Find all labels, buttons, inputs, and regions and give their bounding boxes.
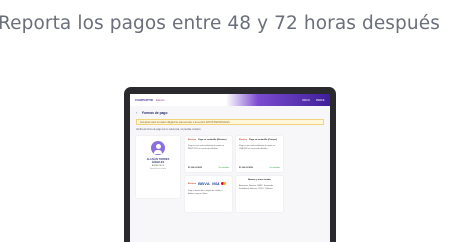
brand[interactable]: COMPARTIR Efecto bbox=[135, 98, 164, 102]
bbva-logo: BBVA bbox=[198, 181, 210, 186]
visa-logo: VISA bbox=[211, 181, 220, 186]
warning-banner: Completa todos los datos obligatorios pa… bbox=[136, 119, 324, 125]
payment-options: Efectivo Pago en ventanilla (Efectivo) P… bbox=[185, 136, 283, 212]
back-arrow-icon[interactable]: ‹ bbox=[136, 111, 140, 115]
payment-card-bank-card[interactable]: Efectivo BBVA VISA Paga a través de tu t… bbox=[185, 176, 232, 212]
profile-subtitle: Beneficiario activo bbox=[149, 168, 167, 171]
card-details-link[interactable]: Ver detalles bbox=[270, 167, 280, 169]
main-content: ‹ Formas de pago Completa todos los dato… bbox=[130, 106, 330, 216]
card-header: Efectivo Pago en ventanilla (Efectivo) bbox=[188, 139, 229, 141]
payment-card-cash[interactable]: Efectivo Pago en ventanilla (Efectivo) P… bbox=[185, 136, 232, 172]
card-footer: $1,000.00 MXN Ver detalles bbox=[188, 167, 229, 169]
nav-perfil[interactable]: PERFIL bbox=[316, 99, 325, 102]
efecto-tag: Efectivo bbox=[239, 139, 248, 141]
card-footer: $1,000.00 MXN Ver detalles bbox=[239, 167, 280, 169]
card-title: Bancos y otros tiendas bbox=[248, 179, 271, 181]
card-details-link[interactable]: Ver detalles bbox=[219, 167, 229, 169]
card-price: $1,000.00 MXN bbox=[188, 167, 202, 169]
efecto-tag: Efectivo bbox=[188, 182, 197, 185]
app-header: COMPARTIR Efecto INICIO PERFIL bbox=[130, 94, 330, 106]
card-title: Pago en ventanilla (Cheque) bbox=[249, 139, 277, 141]
mastercard-icon bbox=[221, 182, 227, 185]
page-title: ‹ Formas de pago bbox=[136, 111, 324, 116]
payment-card-cheque[interactable]: Efectivo Pago en ventanilla (Cheque) Pag… bbox=[236, 136, 283, 172]
card-description: Paga a través de tu tarjeta de crédito o… bbox=[188, 190, 223, 195]
page-title-text: Formas de pago bbox=[142, 111, 168, 115]
headline-text: Reporta los pagos entre 48 y 72 horas de… bbox=[0, 13, 440, 34]
payment-card-banks-stores[interactable]: Bancos y otros tiendas Bancomer, Banorte… bbox=[236, 176, 283, 212]
profile-name: ALLISAN TORRES ANGELES bbox=[146, 158, 170, 165]
card-description: Bancomer, Banorte, HSBC, Santander, Scot… bbox=[239, 185, 274, 190]
payment-area: ALLISAN TORRES ANGELES A9KA57BC9 Benefic… bbox=[136, 136, 324, 212]
card-header: Efectivo Pago en ventanilla (Cheque) bbox=[239, 139, 280, 141]
card-description: Paga en una sola exhibición el monto en … bbox=[188, 145, 225, 150]
card-logos: Efectivo BBVA VISA bbox=[188, 181, 229, 186]
card-title: Pago en ventanilla (Efectivo) bbox=[198, 139, 227, 141]
card-description: Paga en una sola exhibición el monto en … bbox=[239, 145, 276, 150]
laptop-frame: COMPARTIR Efecto INICIO PERFIL ‹ Formas … bbox=[124, 87, 336, 242]
header-nav: INICIO PERFIL bbox=[302, 99, 325, 102]
laptop-screen: COMPARTIR Efecto INICIO PERFIL ‹ Formas … bbox=[130, 94, 330, 242]
avatar-icon bbox=[151, 141, 165, 155]
efecto-tag: Efectivo bbox=[188, 139, 197, 141]
card-price: $1,000.00 MXN bbox=[239, 167, 253, 169]
nav-inicio[interactable]: INICIO bbox=[302, 99, 310, 102]
brand-logo: COMPARTIR bbox=[135, 98, 153, 102]
brand-logo-secondary: Efecto bbox=[155, 98, 165, 102]
verify-text: Verifica la forma de pago con tu referen… bbox=[136, 129, 202, 131]
profile-card: ALLISAN TORRES ANGELES A9KA57BC9 Benefic… bbox=[136, 136, 180, 198]
